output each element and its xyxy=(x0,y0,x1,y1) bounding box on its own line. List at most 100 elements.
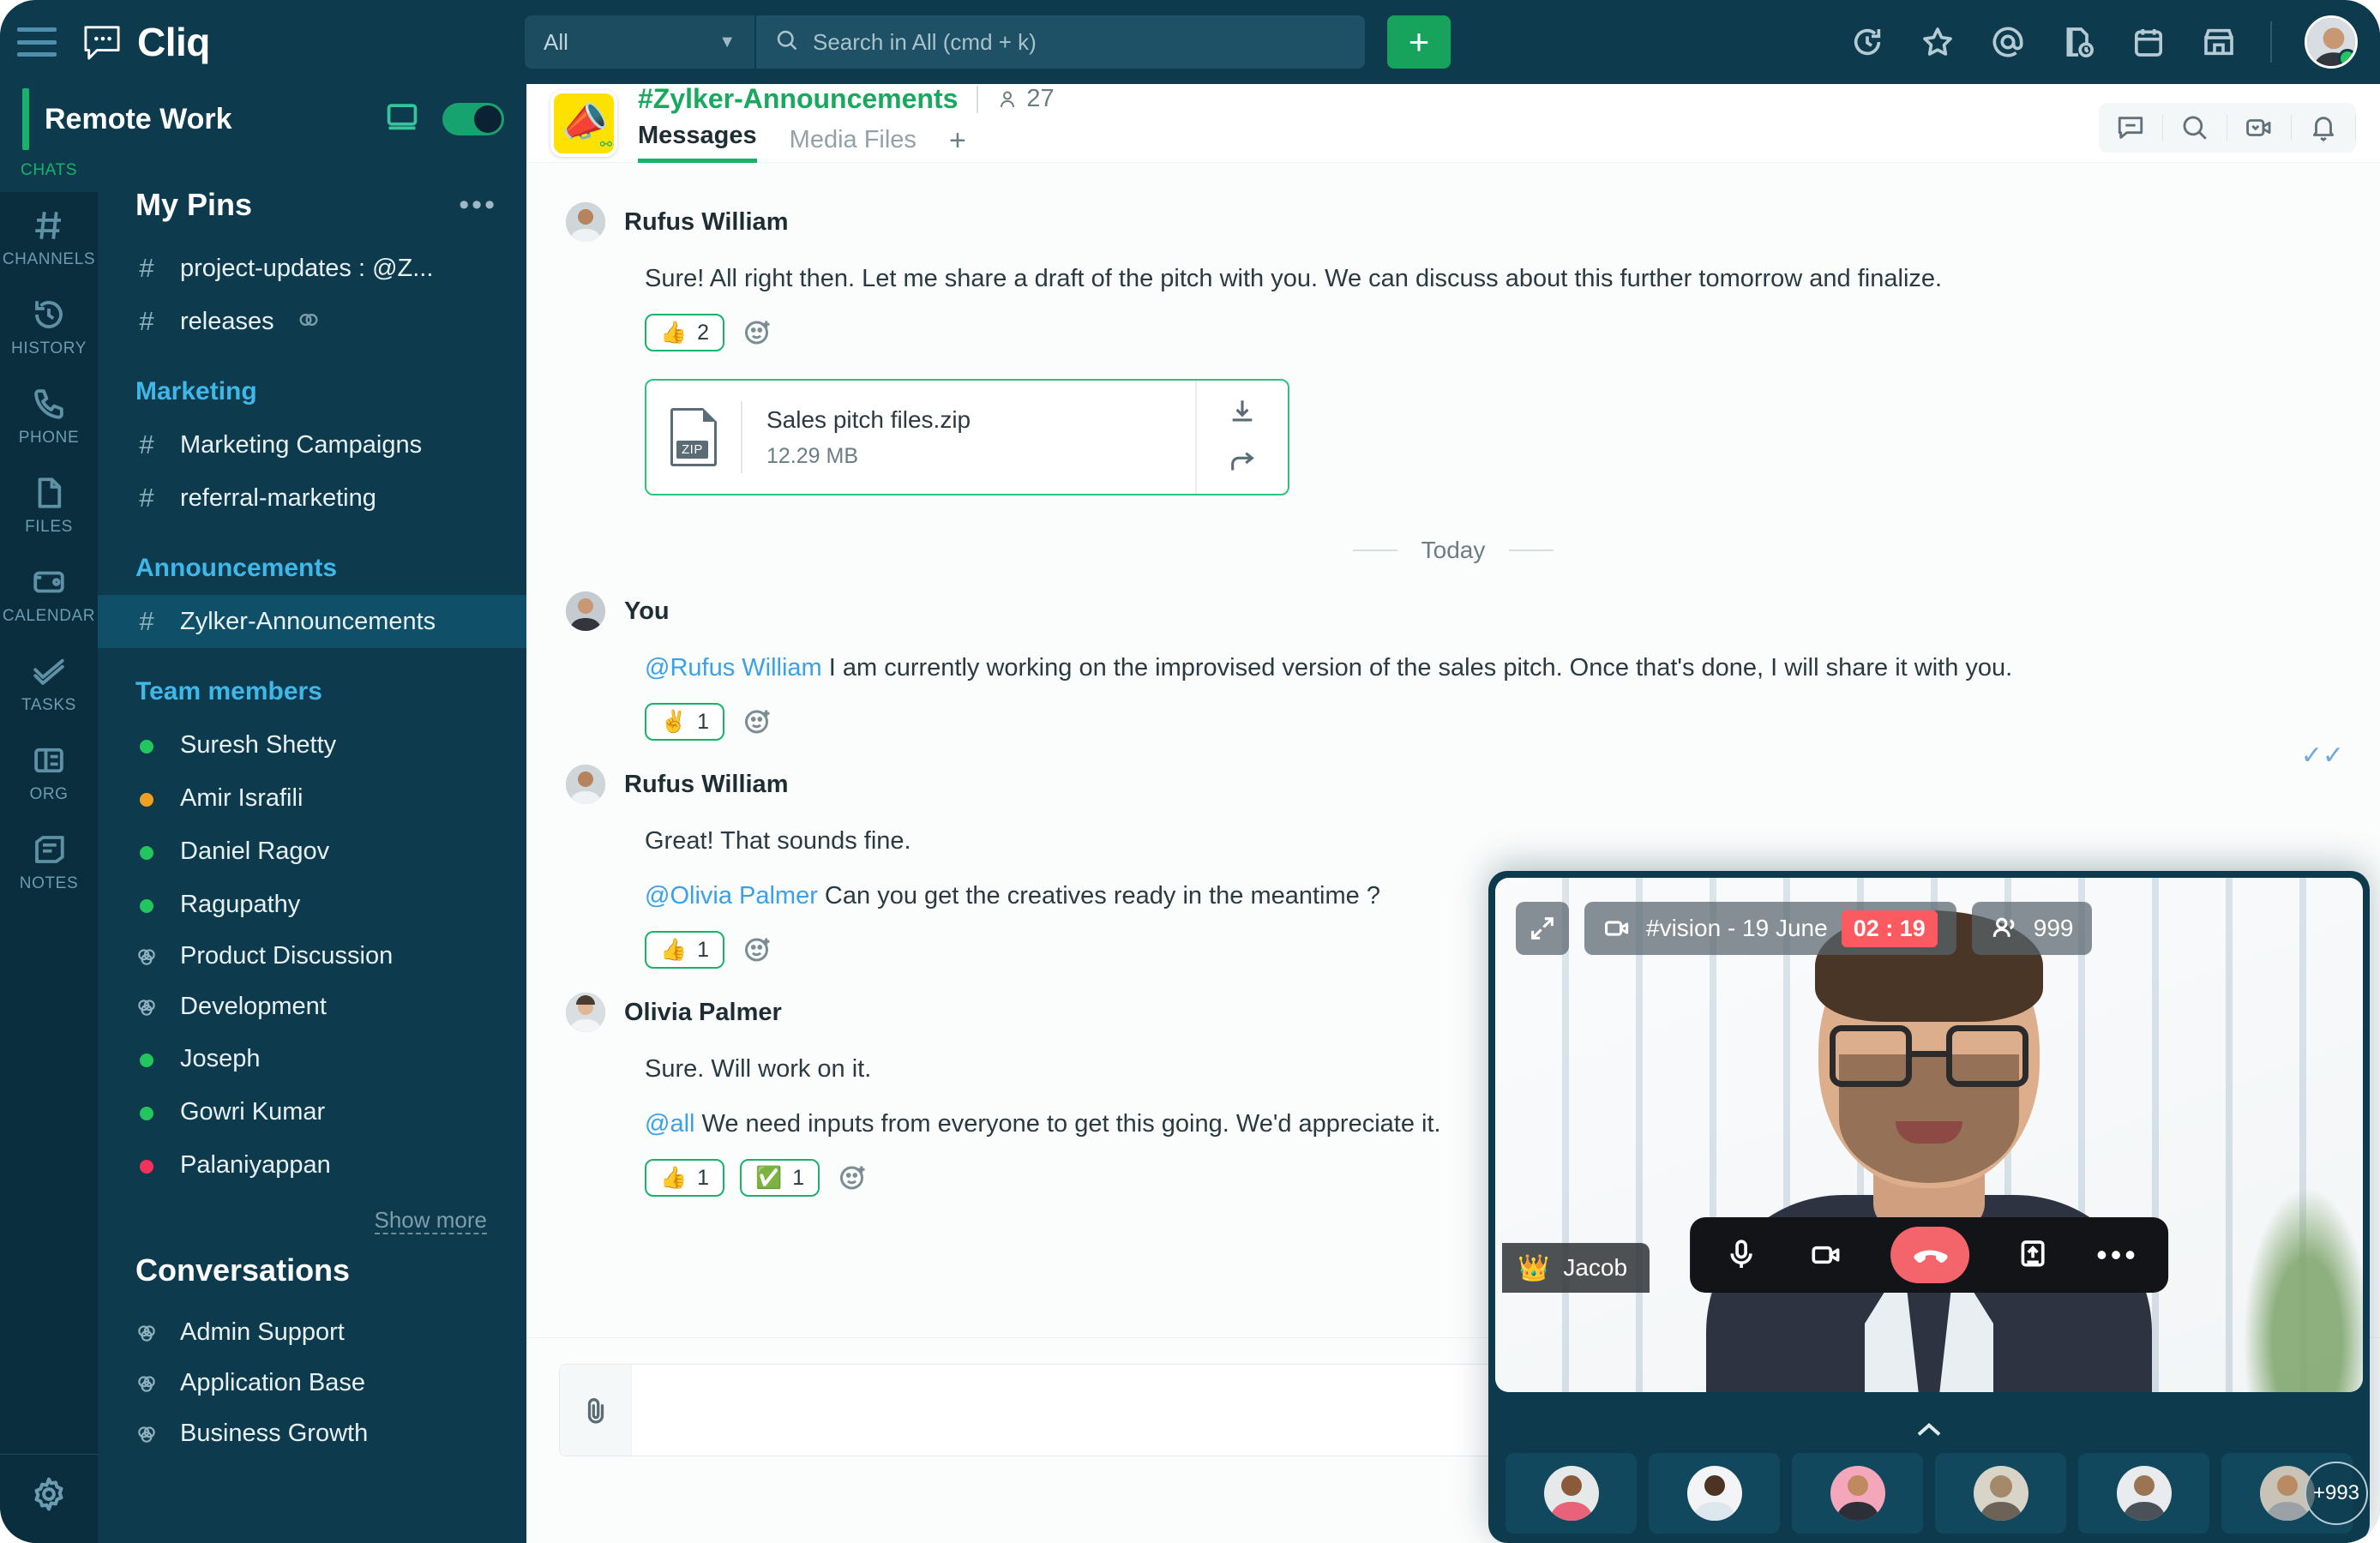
search-input[interactable]: Search in All (cmd + k) xyxy=(754,15,1365,69)
camera-icon[interactable] xyxy=(1805,1233,1849,1277)
pins-more-icon[interactable]: ••• xyxy=(459,189,497,222)
add-reaction-icon[interactable] xyxy=(740,315,776,351)
tab-add-button[interactable]: + xyxy=(949,124,966,163)
participant-tile[interactable] xyxy=(1506,1453,1637,1534)
bell-icon[interactable] xyxy=(2292,103,2355,153)
search-scope-dropdown[interactable]: All ▼ xyxy=(525,15,754,69)
screen-icon[interactable] xyxy=(386,103,418,136)
reminders-icon[interactable] xyxy=(2059,23,2097,61)
sidebar-item-marketing-campaigns[interactable]: # Marketing Campaigns xyxy=(98,418,526,471)
sidebar-item-releases[interactable]: # releases xyxy=(98,295,526,348)
reaction-chip[interactable]: 👍 1 xyxy=(645,1159,725,1198)
rail-item-calendar[interactable]: CALENDAR xyxy=(0,549,98,638)
reaction-chip[interactable]: ✌ 1 xyxy=(645,703,725,741)
reaction-chip[interactable]: ✅ 1 xyxy=(740,1159,820,1198)
participant-tile[interactable] xyxy=(2078,1453,2209,1534)
status-dot xyxy=(135,889,158,920)
search-icon[interactable] xyxy=(2163,103,2227,153)
gear-icon[interactable] xyxy=(30,1475,68,1517)
mention-link[interactable]: @Rufus William xyxy=(645,654,822,681)
sidebar-item-project-updates[interactable]: # project-updates : @Z... xyxy=(98,242,526,295)
workspace-title: Remote Work xyxy=(45,102,232,135)
reaction-count: 2 xyxy=(697,320,710,345)
sidebar-item-daniel-ragov[interactable]: Daniel Ragov xyxy=(98,825,526,878)
add-reaction-icon[interactable] xyxy=(835,1160,871,1196)
calendar-icon[interactable] xyxy=(2130,23,2167,61)
video-icon[interactable] xyxy=(2227,103,2291,153)
sidebar-item-joseph[interactable]: Joseph xyxy=(98,1032,526,1085)
status-dot xyxy=(135,836,158,867)
rail-label: CALENDAR xyxy=(2,607,96,625)
rail-label: CHATS xyxy=(21,161,77,179)
rail-item-org[interactable]: ORG xyxy=(0,727,98,816)
sidebar-item-application-base[interactable]: Application Base xyxy=(98,1358,526,1408)
rail-item-tasks[interactable]: TASKS xyxy=(0,638,98,727)
hash-icon: # xyxy=(139,429,154,459)
add-reaction-icon[interactable] xyxy=(740,704,776,740)
rail-label: PHONE xyxy=(18,429,80,447)
star-icon[interactable] xyxy=(1919,23,1956,61)
marketplace-icon[interactable] xyxy=(2200,23,2238,61)
rail-item-notes[interactable]: NOTES xyxy=(0,816,98,905)
channel-title[interactable]: #Zylker-Announcements xyxy=(638,83,958,115)
sidebar-item-ragupathy[interactable]: Ragupathy xyxy=(98,878,526,931)
mic-icon[interactable] xyxy=(1719,1233,1764,1277)
forward-icon[interactable] xyxy=(1228,448,1257,477)
participant-tile[interactable] xyxy=(1649,1453,1780,1534)
rail-item-files[interactable]: FILES xyxy=(0,459,98,549)
global-search: All ▼ Search in All (cmd + k) + xyxy=(525,15,1451,69)
sidebar-item-product-discussion[interactable]: Product Discussion xyxy=(98,931,526,982)
mentions-icon[interactable] xyxy=(1989,23,2027,61)
conversations-title: Conversations xyxy=(135,1252,351,1288)
call-participants-pill[interactable]: 999 xyxy=(1971,902,2093,955)
user-avatar[interactable] xyxy=(2305,15,2358,69)
more-icon[interactable]: ••• xyxy=(2096,1237,2139,1273)
reaction-chip[interactable]: 👍 1 xyxy=(645,931,725,970)
thread-icon[interactable] xyxy=(2099,103,2162,153)
screenshare-icon[interactable] xyxy=(2010,1233,2055,1277)
add-reaction-icon[interactable] xyxy=(740,932,776,968)
file-attachment[interactable]: ZIP Sales pitch files.zip 12.29 MB xyxy=(645,379,1289,496)
tab-messages[interactable]: Messages xyxy=(638,122,757,163)
sidebar-item-business-growth[interactable]: Business Growth xyxy=(98,1408,526,1459)
reaction-emoji: 👍 xyxy=(660,937,688,962)
member-count[interactable]: 27 xyxy=(997,85,1055,113)
mention-link[interactable]: @all xyxy=(645,1110,694,1138)
participant-tile[interactable]: +993 xyxy=(2221,1453,2368,1534)
sidebar-item-referral-marketing[interactable]: # referral-marketing xyxy=(98,471,526,525)
sidebar-item-amir-israfili[interactable]: Amir Israfili xyxy=(98,772,526,825)
person-icon xyxy=(1001,91,1015,107)
divider xyxy=(977,85,979,113)
reaction-count: 1 xyxy=(697,709,710,734)
rail-label: CHANNELS xyxy=(2,250,96,268)
sidebar-item-admin-support[interactable]: Admin Support xyxy=(98,1307,526,1358)
sidebar-item-palaniyappan[interactable]: Palaniyappan xyxy=(98,1138,526,1192)
rail-item-phone[interactable]: PHONE xyxy=(0,370,98,459)
paperclip-icon[interactable] xyxy=(560,1365,632,1456)
tab-media-files[interactable]: Media Files xyxy=(790,126,917,163)
participant-tile[interactable] xyxy=(1792,1453,1923,1534)
sidebar-item-development[interactable]: Development xyxy=(98,982,526,1032)
participant-tile[interactable] xyxy=(1935,1453,2066,1534)
mention-link[interactable]: @Olivia Palmer xyxy=(645,882,818,910)
sidebar-item-zylker-announcements[interactable]: # Zylker-Announcements xyxy=(98,595,526,648)
hangup-icon[interactable] xyxy=(1890,1227,1970,1283)
history-icon[interactable] xyxy=(1848,23,1886,61)
rail-settings[interactable] xyxy=(0,1454,98,1543)
workspace-accent-bar xyxy=(22,88,29,150)
pins-title: My Pins xyxy=(135,187,253,222)
collapse-strip-button[interactable] xyxy=(1901,1411,1957,1449)
expand-icon[interactable] xyxy=(1516,902,1569,955)
reaction-chip[interactable]: 👍 2 xyxy=(645,314,725,352)
rail-item-channels[interactable]: CHANNELS xyxy=(0,192,98,281)
download-icon[interactable] xyxy=(1228,397,1257,426)
message-text: Great! That sounds fine. xyxy=(645,827,911,856)
overflow-participants-badge[interactable]: +993 xyxy=(2305,1462,2368,1525)
sidebar-item-gowri-kumar[interactable]: Gowri Kumar xyxy=(98,1085,526,1138)
sidebar-item-suresh-shetty[interactable]: Suresh Shetty xyxy=(98,718,526,772)
new-chat-button[interactable]: + xyxy=(1387,15,1451,69)
rail-item-history[interactable]: HISTORY xyxy=(0,281,98,370)
menu-icon[interactable] xyxy=(17,27,57,57)
availability-toggle[interactable] xyxy=(442,103,504,135)
show-more-button[interactable]: Show more xyxy=(374,1207,487,1234)
